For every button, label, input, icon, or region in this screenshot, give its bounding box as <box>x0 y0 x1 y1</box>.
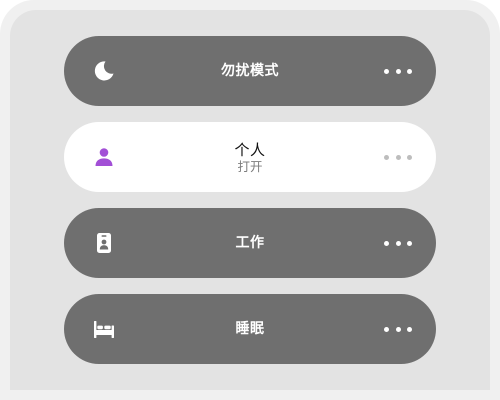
focus-mode-labels: 个人 打开 <box>134 122 366 192</box>
dot <box>384 154 389 160</box>
dot <box>395 154 401 160</box>
focus-mode-sleep[interactable]: 睡眠 <box>64 294 436 364</box>
dot <box>395 68 401 74</box>
id-badge-icon <box>97 233 111 253</box>
focus-mode-work[interactable]: 工作 <box>64 208 436 278</box>
focus-mode-title: 睡眠 <box>235 321 265 337</box>
more-dots-icon[interactable] <box>384 235 412 251</box>
focus-mode-labels: 睡眠 <box>134 294 366 364</box>
more-dots-icon[interactable] <box>384 149 412 165</box>
more-dots-icon[interactable] <box>384 321 412 337</box>
focus-mode-dnd[interactable]: 勿扰模式 <box>64 36 436 106</box>
dot <box>384 240 389 246</box>
dot <box>407 240 412 246</box>
dot <box>395 326 401 332</box>
focus-mode-title: 工作 <box>235 235 265 251</box>
more-dots-icon[interactable] <box>384 63 412 79</box>
focus-mode-title: 个人 <box>234 140 266 159</box>
focus-mode-title: 勿扰模式 <box>221 63 279 79</box>
dot <box>384 68 389 74</box>
dot <box>395 240 401 246</box>
dot <box>384 326 389 332</box>
dot <box>407 68 412 74</box>
dot <box>407 154 412 160</box>
person-icon <box>95 148 113 166</box>
focus-mode-labels: 勿扰模式 <box>134 36 366 106</box>
focus-mode-personal[interactable]: 个人 打开 <box>64 122 436 192</box>
moon-icon <box>94 61 114 81</box>
focus-mode-status: 打开 <box>237 158 263 174</box>
bed-icon <box>94 321 114 338</box>
dot <box>407 326 412 332</box>
focus-mode-labels: 工作 <box>134 208 366 278</box>
